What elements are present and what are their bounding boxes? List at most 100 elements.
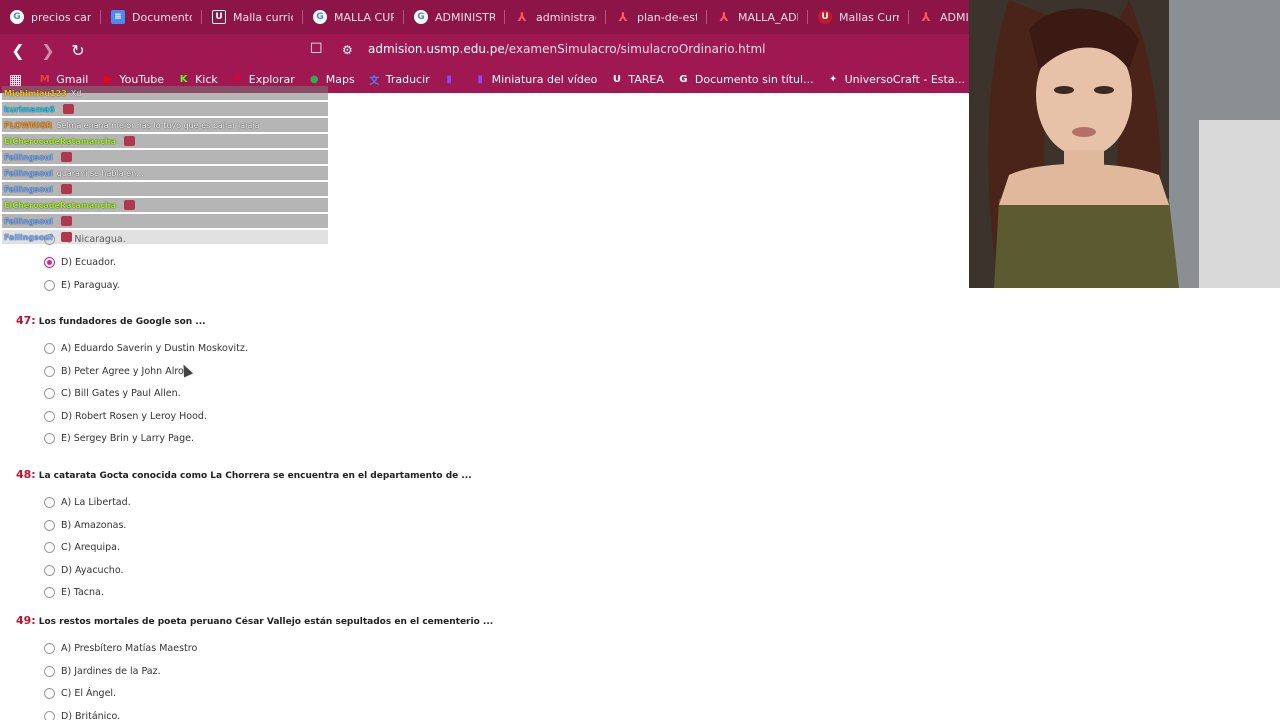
usmp-icon: U: [612, 74, 621, 85]
answer-label: D) Ecuador.: [61, 257, 117, 268]
browser-tab[interactable]: ≡ Documento s: [101, 0, 202, 34]
answer-radio[interactable]: [44, 688, 55, 699]
answer-label: C) Bill Gates y Paul Allen.: [61, 388, 181, 399]
answer-option[interactable]: D) Ayacucho.: [44, 564, 124, 576]
chat-message: Fallingsoul: [2, 230, 328, 244]
gmail-icon: M: [39, 74, 50, 85]
bookmark-label: Documento sin títul...: [694, 73, 814, 86]
browser-tab[interactable]: ⅄ administració: [505, 0, 606, 34]
answer-radio[interactable]: [44, 257, 55, 268]
tab-title: plan-de-estu: [637, 10, 697, 24]
chat-message: Michimiau123 Xd: [2, 86, 328, 100]
answer-radio[interactable]: [44, 410, 55, 422]
emote-icon: [60, 184, 72, 194]
pdf-icon: ⅄: [618, 10, 628, 24]
bookmark-item[interactable]: ✦ UniversoCraft - Esta...: [827, 73, 965, 86]
tab-title: ADMI: [940, 10, 969, 24]
chat-message: kurimama6: [2, 102, 328, 116]
google-icon: G: [313, 10, 327, 24]
google-icon: G: [414, 10, 428, 24]
answer-option[interactable]: D) Robert Rosen y Leroy Hood.: [44, 410, 207, 422]
answer-option[interactable]: D) Ecuador.: [44, 257, 116, 268]
browser-tab[interactable]: U Mallas Curric: [808, 0, 909, 34]
answer-radio[interactable]: [44, 279, 55, 291]
bookmark-item[interactable]: G Documento sin títul...: [677, 73, 814, 86]
bookmark-item[interactable]: 文 Traducir: [368, 73, 430, 87]
bookmark-label: TAREA: [628, 73, 664, 86]
answer-option[interactable]: C) El Ángel.: [44, 688, 116, 699]
answer-radio[interactable]: [44, 587, 55, 598]
bookmark-item[interactable]: ● Maps: [308, 73, 355, 86]
question-number: 48:: [16, 468, 36, 481]
answer-radio[interactable]: [44, 497, 55, 508]
bookmark-item[interactable]: K Kick: [177, 73, 218, 86]
answer-option[interactable]: E) Tacna.: [44, 587, 104, 598]
back-button[interactable]: ❮: [6, 38, 30, 62]
browser-tab[interactable]: Gprecios carre: [0, 0, 101, 34]
address-bar[interactable]: admision.usmp.edu.pe/examenSimulacro/sim…: [368, 42, 766, 56]
bookmark-item[interactable]: M Gmail: [38, 73, 89, 86]
browser-tab[interactable]: G ADMINISTRA: [404, 0, 505, 34]
browser-tab[interactable]: U Malla curricu: [202, 0, 303, 34]
answer-option[interactable]: C) Bill Gates y Paul Allen.: [44, 388, 181, 399]
chat-message: Fallingsoul: [2, 214, 328, 228]
site-info-icon[interactable]: ⚙: [342, 43, 353, 57]
reload-button[interactable]: ↻: [66, 38, 90, 62]
bookmark-item[interactable]: ▮ Miniatura del vídeo: [474, 73, 597, 86]
webcam-image: [969, 0, 1280, 288]
youtube-icon: ▶: [103, 74, 112, 85]
browser-tab[interactable]: ⅄ MALLA_ADM: [707, 0, 808, 34]
chat-message: Fallingsoul: [2, 182, 328, 196]
answer-label: B) Amazonas.: [61, 519, 127, 531]
bookmark-item[interactable]: ▮: [443, 73, 461, 86]
chat-username: Michimiau123: [4, 88, 67, 98]
answer-radio[interactable]: [44, 388, 55, 399]
answer-radio[interactable]: [44, 519, 55, 531]
tab-title: Documento s: [132, 10, 192, 24]
chat-username: Fallingsoul: [4, 216, 53, 226]
bookmark-item[interactable]: P Explorar: [231, 73, 295, 86]
answer-option[interactable]: A) La Libertad.: [44, 497, 131, 508]
chat-message: FLOWNIGR Selma enana mejor has lo tuyo qu…: [2, 118, 328, 132]
answer-option[interactable]: B) Amazonas.: [44, 519, 127, 531]
twitch-icon: ▮: [477, 74, 483, 85]
bookmark-label: Gmail: [56, 73, 89, 86]
emote-icon: [60, 232, 72, 242]
tab-title: Malla curricu: [233, 10, 293, 24]
answer-radio[interactable]: [44, 710, 55, 720]
answer-option[interactable]: B) Jardines de la Paz.: [44, 665, 161, 677]
answer-label: D) Robert Rosen y Leroy Hood.: [61, 410, 207, 422]
answer-option[interactable]: D) Británico.: [44, 710, 120, 720]
usmp-icon: U: [212, 10, 226, 24]
emote-icon: [60, 216, 72, 226]
answer-option[interactable]: E) Sergey Brin y Larry Page.: [44, 433, 194, 444]
chat-username: kurimama6: [4, 104, 55, 114]
chat-text: Xd: [70, 88, 82, 98]
answer-radio[interactable]: [44, 365, 55, 377]
answer-radio[interactable]: [44, 564, 55, 576]
answer-label: E) Tacna.: [61, 587, 104, 598]
bookmark-label: Maps: [325, 73, 355, 86]
browser-tab[interactable]: G MALLA CURR: [303, 0, 404, 34]
answer-radio[interactable]: [44, 542, 55, 553]
answer-label: B) Jardines de la Paz.: [61, 665, 161, 677]
browser-tab[interactable]: ⅄ plan-de-estu: [606, 0, 707, 34]
answer-radio[interactable]: [44, 643, 55, 654]
docs-icon: ≡: [111, 10, 125, 24]
answer-radio[interactable]: [44, 433, 55, 444]
answer-option[interactable]: A) Presbítero Matías Maestro: [44, 643, 197, 654]
bookmark-page-icon[interactable]: ☐: [310, 41, 323, 57]
bookmark-item[interactable]: U TAREA: [610, 73, 664, 86]
forward-button[interactable]: ❯: [36, 38, 60, 62]
answer-option[interactable]: C) Arequipa.: [44, 542, 120, 553]
bookmark-item[interactable]: ▶ YouTube: [101, 73, 164, 86]
answer-option[interactable]: E) Paraguay.: [44, 279, 120, 291]
answer-radio[interactable]: [44, 665, 55, 677]
answer-option[interactable]: B) Peter Agree y John Alro.: [44, 365, 187, 377]
question-title: 49: Los restos mortales de poeta peruano …: [16, 614, 493, 627]
mallas-icon: U: [818, 10, 832, 24]
answer-radio[interactable]: [44, 343, 55, 354]
answer-option[interactable]: A) Eduardo Saverin y Dustin Moskovitz.: [44, 343, 248, 354]
bookmark-label: Kick: [195, 73, 218, 86]
bookmark-label: Traducir: [385, 73, 430, 86]
